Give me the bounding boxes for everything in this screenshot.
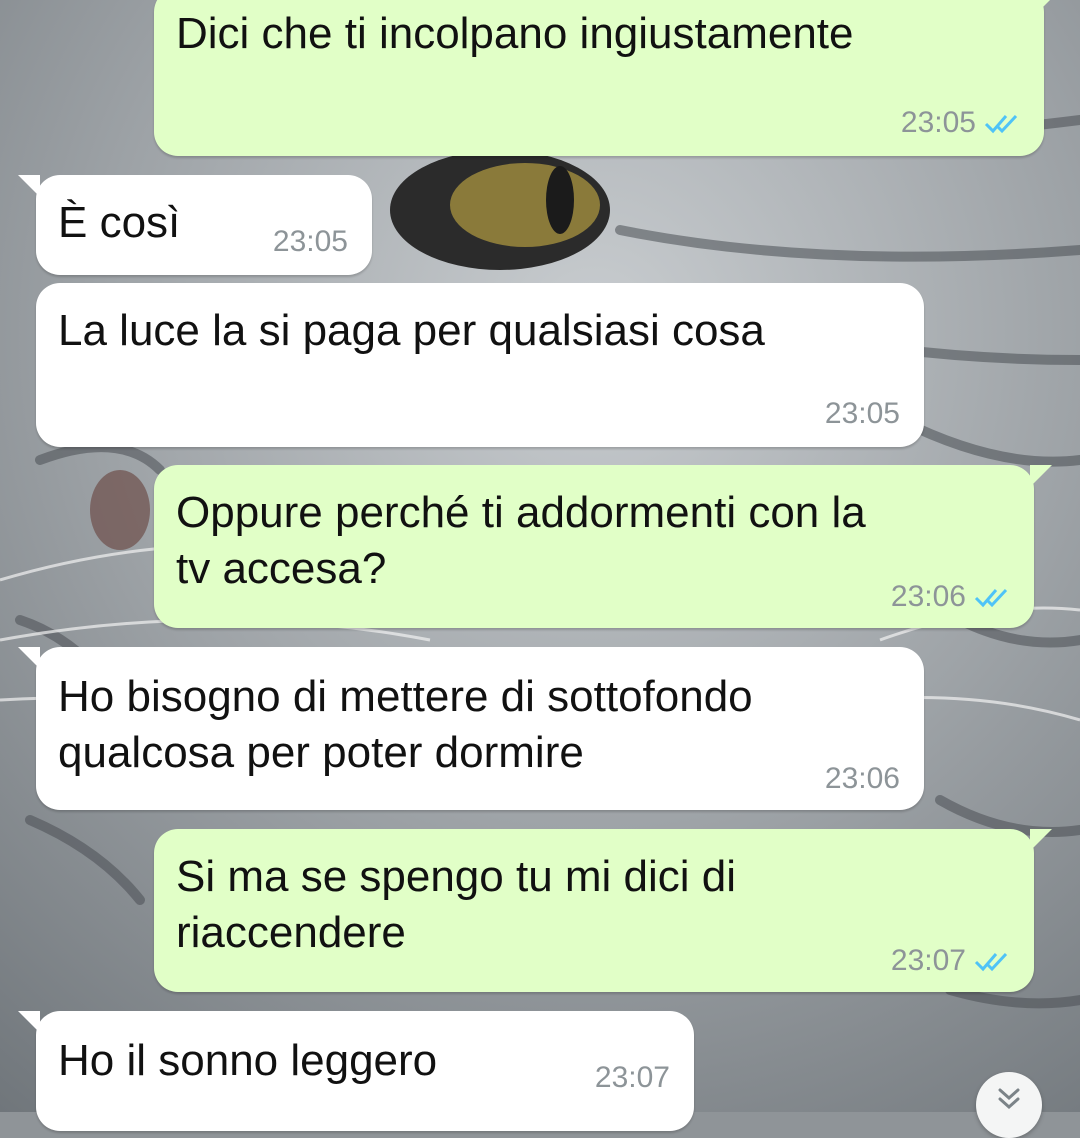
incoming-message[interactable]: Ho il sonno leggero 23:07	[18, 1011, 694, 1131]
message-time: 23:07	[890, 944, 966, 977]
message-text: Si ma se spengo tu mi dici di riaccender…	[176, 852, 737, 957]
double-check-icon	[984, 114, 1018, 134]
message-text: Oppure perché ti addormenti con la tv ac…	[176, 488, 866, 593]
message-time: 23:06	[890, 580, 966, 613]
double-check-icon	[974, 952, 1008, 972]
double-check-icon	[974, 588, 1008, 608]
message-time: 23:05	[900, 106, 976, 139]
outgoing-message[interactable]: Si ma se spengo tu mi dici di riaccender…	[154, 829, 1052, 992]
message-time: 23:05	[272, 225, 348, 258]
double-chevron-down-icon	[998, 1088, 1020, 1110]
message-text: Ho bisogno di mettere di sottofondo qual…	[58, 672, 753, 777]
message-time: 23:05	[824, 397, 900, 430]
incoming-message[interactable]: Ho bisogno di mettere di sottofondo qual…	[18, 647, 924, 810]
scroll-to-bottom-button[interactable]	[976, 1072, 1042, 1138]
message-text: La luce la si paga per qualsiasi cosa	[58, 306, 765, 355]
outgoing-message[interactable]: Dici che ti incolpano ingiustamente 23:0…	[154, 0, 1062, 156]
message-time: 23:06	[824, 762, 900, 795]
incoming-message[interactable]: È così 23:05	[18, 175, 372, 275]
message-list[interactable]: Dici che ti incolpano ingiustamente 23:0…	[0, 0, 1080, 1138]
incoming-message[interactable]: La luce la si paga per qualsiasi cosa 23…	[36, 283, 924, 447]
message-text: Ho il sonno leggero	[58, 1036, 438, 1085]
message-time: 23:07	[594, 1061, 670, 1094]
message-text: Dici che ti incolpano ingiustamente	[176, 9, 854, 58]
outgoing-message[interactable]: Oppure perché ti addormenti con la tv ac…	[154, 465, 1052, 628]
